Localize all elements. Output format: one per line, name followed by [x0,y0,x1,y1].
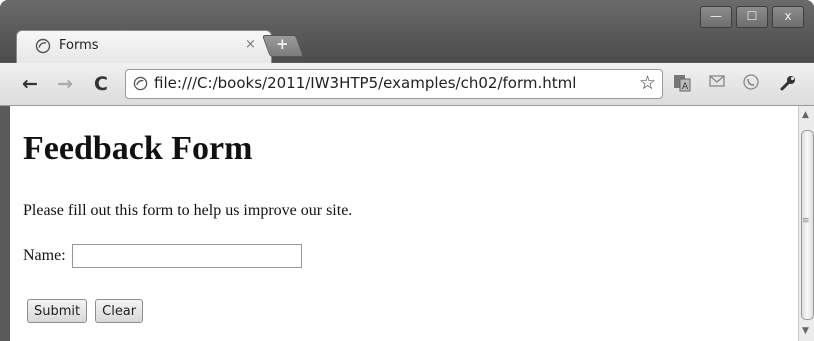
clear-button[interactable]: Clear [95,299,144,323]
phone-icon[interactable] [742,73,760,96]
minimize-button[interactable]: — [700,6,732,28]
browser-window: Forms × + — ☐ x ← → C file:///C:/books/2… [0,0,814,341]
forward-button[interactable]: → [57,73,73,95]
close-window-button[interactable]: x [772,6,804,28]
translate-icon[interactable]: A [672,73,692,98]
scroll-down-icon[interactable]: ▼ [802,326,809,336]
scroll-grip-icon: ≡ [802,216,810,226]
bookmark-star-icon[interactable]: ☆ [639,72,656,94]
window-controls: — ☐ x [696,6,804,28]
reload-button[interactable]: C [94,73,108,95]
form-buttons: Submit Clear [27,299,151,323]
tab-forms[interactable]: Forms × [16,30,272,65]
wrench-icon[interactable] [778,73,798,98]
new-tab-button[interactable]: + [261,35,305,57]
svg-text:A: A [682,82,689,92]
address-bar[interactable]: file:///C:/books/2011/IW3HTP5/examples/c… [125,69,663,99]
intro-text: Please fill out this form to help us imp… [23,202,353,219]
tab-title: Forms [59,38,99,53]
page-title: Feedback Form [23,130,253,167]
page-icon [35,38,51,58]
browser-toolbar: ← → C file:///C:/books/2011/IW3HTP5/exam… [0,63,814,106]
plus-icon: + [275,35,289,53]
tab-strip: Forms × + — ☐ x [0,0,814,65]
name-input[interactable] [71,244,302,268]
submit-button[interactable]: Submit [27,299,88,323]
url-text[interactable]: file:///C:/books/2011/IW3HTP5/examples/c… [154,74,576,92]
name-label: Name: [23,247,66,264]
vertical-scrollbar[interactable]: ▲ ≡ ▼ [798,106,814,341]
mail-icon[interactable] [708,73,726,94]
window-frame-left [0,106,10,341]
name-row: Name: [23,244,302,268]
tab-close-icon[interactable]: × [245,37,256,52]
scroll-up-icon[interactable]: ▲ [802,110,809,120]
back-button[interactable]: ← [22,73,38,95]
page-icon [133,76,148,95]
maximize-button[interactable]: ☐ [736,6,768,28]
page-content: Feedback Form Please fill out this form … [10,106,798,341]
